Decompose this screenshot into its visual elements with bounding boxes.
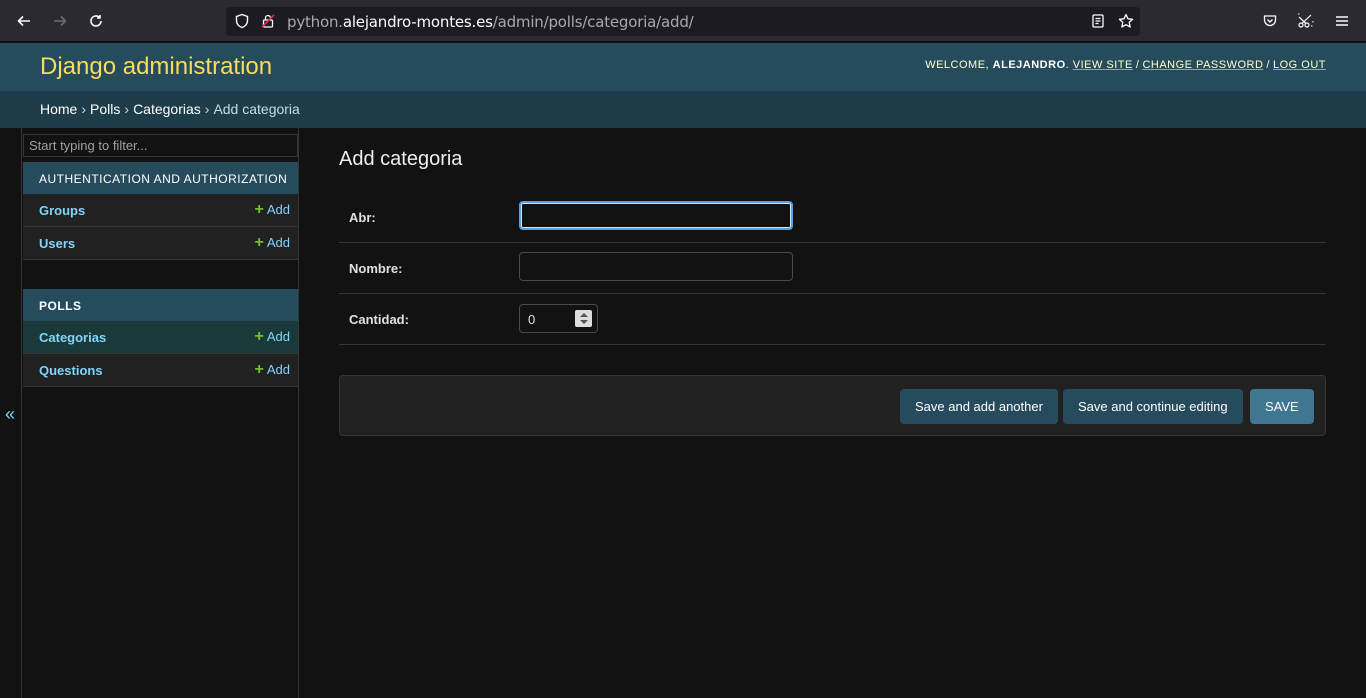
site-header: Django administration Welcome, alejandro… [0, 43, 1366, 91]
toggle-nav-sidebar[interactable]: « [0, 128, 22, 698]
plus-icon: + [254, 234, 264, 251]
reader-view-icon[interactable] [1090, 13, 1106, 34]
breadcrumb-home[interactable]: Home [40, 101, 77, 117]
sidebar-item-groups: Groups + Add [23, 194, 298, 227]
welcome-text: Welcome, [925, 59, 990, 71]
url-domain: alejandro-montes.es [342, 13, 493, 31]
add-label: Add [266, 329, 290, 344]
add-label: Add [266, 362, 290, 377]
add-groups-link[interactable]: + Add [254, 201, 290, 218]
bookmark-star-icon[interactable] [1118, 13, 1134, 34]
breadcrumb-app[interactable]: Polls [90, 101, 120, 117]
cantidad-stepper[interactable]: 0 [519, 304, 598, 333]
module-polls-caption[interactable]: Polls [23, 289, 298, 321]
sidebar-item-label[interactable]: Users [39, 236, 75, 251]
nav-sidebar: Start typing to filter... Authentication… [22, 128, 299, 698]
page-title: Add categoria [339, 148, 463, 170]
add-users-link[interactable]: + Add [254, 234, 290, 251]
save-and-add-another-button[interactable]: Save and add another [900, 389, 1058, 424]
pocket-icon[interactable] [1260, 11, 1280, 31]
reload-icon[interactable] [84, 9, 108, 33]
module-auth-caption[interactable]: Authentication and Authorization [23, 162, 298, 194]
form-row-nombre: Nombre: [339, 243, 1326, 294]
save-button[interactable]: SAVE [1250, 389, 1314, 424]
log-out-link[interactable]: Log out [1273, 59, 1326, 71]
breadcrumb: Home › Polls › Categorias › Add categoria [0, 91, 1366, 128]
add-categorias-link[interactable]: + Add [254, 328, 290, 345]
plus-icon: + [254, 361, 264, 378]
breadcrumb-model[interactable]: Categorias [133, 101, 201, 117]
form-row-abr: Abr: [339, 192, 1326, 243]
sidebar-item-categorias: Categorias + Add [23, 321, 298, 354]
sidebar-item-label[interactable]: Categorias [39, 330, 106, 345]
plus-icon: + [254, 201, 264, 218]
forward-icon[interactable] [48, 9, 72, 33]
submit-row: Save and add another Save and continue e… [339, 375, 1326, 436]
plus-icon: + [254, 328, 264, 345]
breadcrumb-current: Add categoria [213, 101, 300, 117]
view-site-link[interactable]: View site [1073, 59, 1133, 71]
insecure-lock-icon[interactable] [260, 13, 276, 34]
abr-field[interactable] [519, 201, 793, 230]
user-tools: Welcome, alejandro. View site / Change pas… [925, 59, 1326, 71]
back-icon[interactable] [12, 9, 36, 33]
cantidad-value: 0 [528, 312, 536, 327]
form-row-cantidad: Cantidad: 0 [339, 294, 1326, 345]
collapse-icon: « [5, 404, 16, 424]
add-label: Add [266, 202, 290, 217]
username: alejandro [992, 59, 1066, 71]
url-path: /admin/polls/categoria/add/ [492, 13, 694, 31]
browser-toolbar: python.alejandro-montes.es/admin/polls/c… [0, 0, 1366, 42]
nombre-label: Nombre: [349, 261, 403, 276]
sidebar-item-users: Users + Add [23, 227, 298, 260]
nav-filter-input[interactable]: Start typing to filter... [23, 134, 298, 157]
spinner-arrows-icon[interactable] [575, 310, 592, 327]
change-password-link[interactable]: Change password [1142, 59, 1263, 71]
site-branding[interactable]: Django administration [40, 53, 272, 81]
add-questions-link[interactable]: + Add [254, 361, 290, 378]
url-text[interactable]: python.alejandro-montes.es/admin/polls/c… [287, 13, 694, 31]
url-prefix: python. [287, 13, 343, 31]
sidebar-item-questions: Questions + Add [23, 354, 298, 387]
add-label: Add [266, 235, 290, 250]
address-bar[interactable]: python.alejandro-montes.es/admin/polls/c… [226, 7, 1140, 36]
save-and-continue-button[interactable]: Save and continue editing [1063, 389, 1243, 424]
cantidad-label: Cantidad: [349, 312, 409, 327]
abr-label: Abr: [349, 210, 376, 225]
shield-icon[interactable] [234, 13, 250, 34]
screenshot-icon[interactable] [1296, 11, 1316, 31]
sidebar-item-label[interactable]: Groups [39, 203, 85, 218]
nombre-field[interactable] [519, 252, 793, 281]
menu-icon[interactable] [1332, 11, 1352, 31]
sidebar-item-label[interactable]: Questions [39, 363, 103, 378]
